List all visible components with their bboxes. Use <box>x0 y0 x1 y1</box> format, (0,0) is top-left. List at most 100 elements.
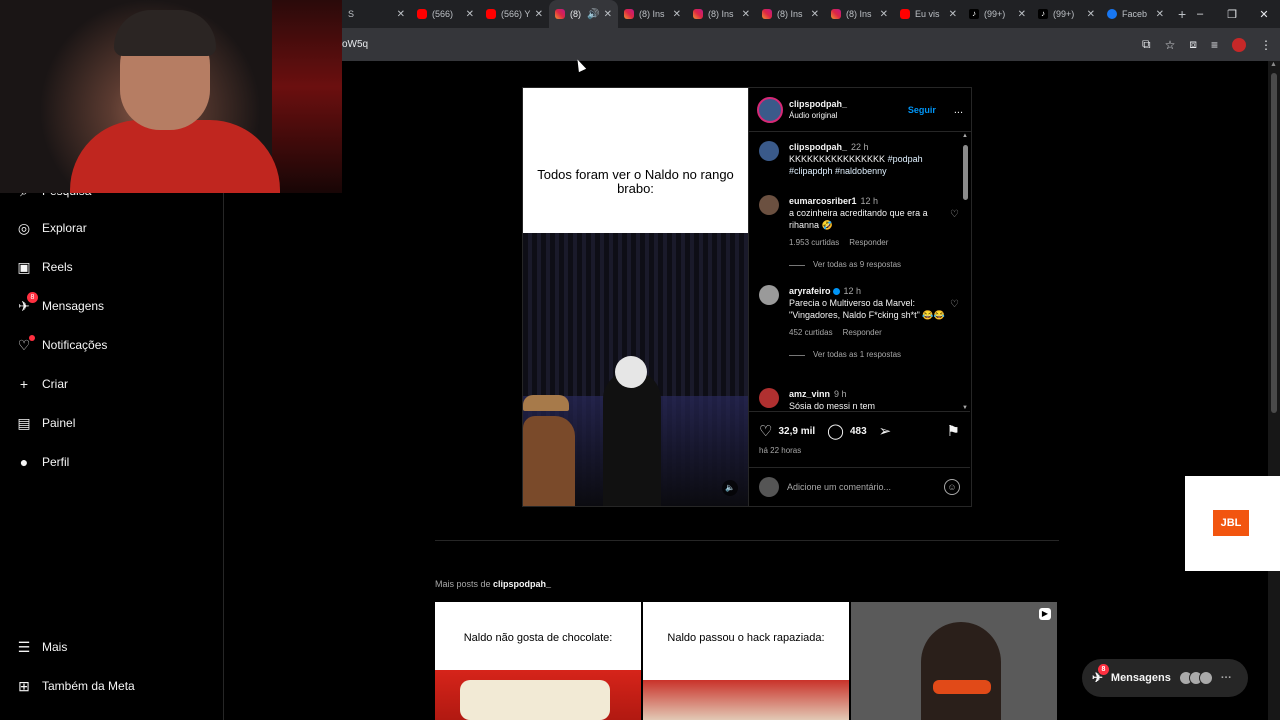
comment-avatar[interactable] <box>759 195 779 215</box>
maximize-button[interactable]: ❐ <box>1216 8 1248 21</box>
close-icon[interactable]: ✕ <box>535 9 543 20</box>
more-icon[interactable]: ··· <box>1221 672 1232 684</box>
comment-username[interactable]: amz_vinn <box>789 389 830 399</box>
minimize-button[interactable]: – <box>1184 8 1216 20</box>
streamer-hair <box>114 10 216 56</box>
url-field[interactable]: oW5q <box>342 39 368 50</box>
close-icon[interactable]: ✕ <box>880 9 888 20</box>
post-card: Todos foram ver o Naldo no rango brabo: … <box>522 87 972 507</box>
speaker-icon[interactable]: 🔊 <box>587 9 599 20</box>
close-icon[interactable]: ✕ <box>1156 9 1164 20</box>
browser-tab[interactable]: S ✕ <box>342 0 411 28</box>
emoji-icon[interactable]: ☺ <box>944 479 960 495</box>
profile-avatar[interactable] <box>1232 37 1246 52</box>
like-count[interactable]: 32,9 mil <box>778 426 815 437</box>
post-thumbnail[interactable]: Naldo não gosta de chocolate: <box>435 602 641 720</box>
caption-comment: clipspodpah_ 22 h KKKKKKKKKKKKKKKK #podpa… <box>759 141 959 177</box>
reply-button[interactable]: Responder <box>849 238 888 247</box>
view-replies[interactable]: Ver todas as 1 respostas <box>789 349 959 361</box>
scroll-up-arrow-icon[interactable]: ▲ <box>1270 61 1277 68</box>
view-replies[interactable]: Ver todas as 9 respostas <box>789 259 959 271</box>
post-header: clipspodpah_ Áudio original Seguir ... <box>749 88 971 132</box>
instagram-icon <box>762 9 772 19</box>
browser-tab[interactable]: ♪ (99+) ✕ <box>963 0 1032 28</box>
follow-button[interactable]: Seguir <box>908 105 936 115</box>
extensions-icon[interactable]: ⧈ <box>1189 37 1197 52</box>
share-icon[interactable]: ➢ <box>879 422 892 440</box>
browser-tab[interactable]: Eu vis ✕ <box>894 0 963 28</box>
close-icon[interactable]: ✕ <box>466 9 474 20</box>
cast-icon[interactable]: ⧉ <box>1142 37 1151 52</box>
like-icon[interactable]: ♡ <box>759 422 772 440</box>
post-thumbnail[interactable]: ▶ <box>851 602 1057 720</box>
comment-avatar[interactable] <box>759 388 779 408</box>
close-icon[interactable]: ✕ <box>604 9 612 20</box>
sidebar-item-reels[interactable]: ▣ Reels <box>16 259 72 275</box>
author-avatar[interactable] <box>759 141 779 161</box>
tab-title: (8) Ins <box>846 9 872 19</box>
scrollbar-thumb[interactable] <box>963 145 968 200</box>
comments-scrollbar[interactable]: ▲ ▼ <box>962 133 969 411</box>
comment-input[interactable]: Adicione um comentário... <box>787 482 936 492</box>
close-icon[interactable]: ✕ <box>949 9 957 20</box>
post-thumbnail[interactable]: Naldo passou o hack rapaziada: <box>643 602 849 720</box>
comment-likes[interactable]: 1.953 curtidas <box>789 238 839 247</box>
post-video[interactable]: Todos foram ver o Naldo no rango brabo: … <box>523 88 748 506</box>
sidebar-item-painel[interactable]: ▤ Painel <box>16 415 75 431</box>
profile-avatar: ● <box>19 454 29 470</box>
reply-button[interactable]: Responder <box>843 328 882 337</box>
sidebar-item-label: Criar <box>42 377 68 391</box>
sidebar-item-meta[interactable]: ⊞ Também da Meta <box>16 678 135 694</box>
sidebar-item-explorar[interactable]: ◎ Explorar <box>16 220 87 236</box>
tab-title: (8) Ins <box>639 9 665 19</box>
author-username[interactable]: clipspodpah_ <box>789 98 847 110</box>
like-comment-icon[interactable]: ♡ <box>950 209 959 221</box>
comment-username[interactable]: clipspodpah_ <box>789 142 847 152</box>
like-comment-icon[interactable]: ♡ <box>950 299 959 311</box>
browser-tab[interactable]: (8) Ins ✕ <box>756 0 825 28</box>
volume-icon[interactable]: 🔈 <box>722 480 738 496</box>
comment-avatar[interactable] <box>759 285 779 305</box>
close-icon[interactable]: ✕ <box>673 9 681 20</box>
streamer-shirt <box>70 120 280 193</box>
background-lights <box>272 0 342 193</box>
browser-tab[interactable]: (566) ✕ <box>411 0 480 28</box>
close-icon[interactable]: ✕ <box>1018 9 1026 20</box>
webcam-overlay <box>0 0 342 193</box>
more-posts-username[interactable]: clipspodpah_ <box>493 579 551 589</box>
comment-icon[interactable]: ◯ <box>827 422 844 440</box>
bookmark-icon[interactable]: ⚑ <box>947 422 960 440</box>
scroll-up-arrow-icon[interactable]: ▲ <box>962 133 968 139</box>
browser-tab-active[interactable]: (8) 🔊 ✕ <box>549 0 618 28</box>
page-scrollbar[interactable]: ▲ <box>1268 61 1280 720</box>
browser-tab[interactable]: (8) Ins ✕ <box>825 0 894 28</box>
audio-label[interactable]: Áudio original <box>789 110 847 122</box>
browser-tab[interactable]: (566) Y ✕ <box>480 0 549 28</box>
close-window-button[interactable]: ✕ <box>1248 8 1280 21</box>
scrollbar-thumb[interactable] <box>1271 73 1277 413</box>
messages-floating-button[interactable]: ✈ 8 Mensagens ··· <box>1082 659 1248 697</box>
close-icon[interactable]: ✕ <box>397 9 405 20</box>
sidebar-item-notificacoes[interactable]: ♡ Notificações <box>16 335 107 353</box>
comment-likes[interactable]: 452 curtidas <box>789 328 833 337</box>
sidebar-item-mensagens[interactable]: ✈ 8 Mensagens <box>16 292 104 314</box>
sidebar-item-criar[interactable]: + Criar <box>16 376 68 392</box>
close-icon[interactable]: ✕ <box>811 9 819 20</box>
author-avatar[interactable] <box>757 96 783 123</box>
comment-username[interactable]: eumarcosriber1 <box>789 196 857 206</box>
media-controls-icon[interactable]: ≡ <box>1211 38 1218 52</box>
more-options-icon[interactable]: ... <box>954 104 963 116</box>
video-frame <box>523 233 748 506</box>
browser-tab[interactable]: (8) Ins ✕ <box>687 0 756 28</box>
kebab-menu-icon[interactable]: ⋮ <box>1260 38 1272 52</box>
browser-tab[interactable]: ♪ (99+) ✕ <box>1032 0 1101 28</box>
close-icon[interactable]: ✕ <box>1087 9 1095 20</box>
sidebar-item-perfil[interactable]: ● Perfil <box>16 454 70 470</box>
browser-tab[interactable]: (8) Ins ✕ <box>618 0 687 28</box>
comment-username[interactable]: aryrafeiro <box>789 286 831 296</box>
close-icon[interactable]: ✕ <box>742 9 750 20</box>
sidebar-item-mais[interactable]: ☰ Mais <box>16 639 68 655</box>
bookmark-star-icon[interactable]: ☆ <box>1165 38 1176 52</box>
browser-tab[interactable]: Faceb ✕ <box>1101 0 1170 28</box>
notification-dot <box>29 335 35 341</box>
